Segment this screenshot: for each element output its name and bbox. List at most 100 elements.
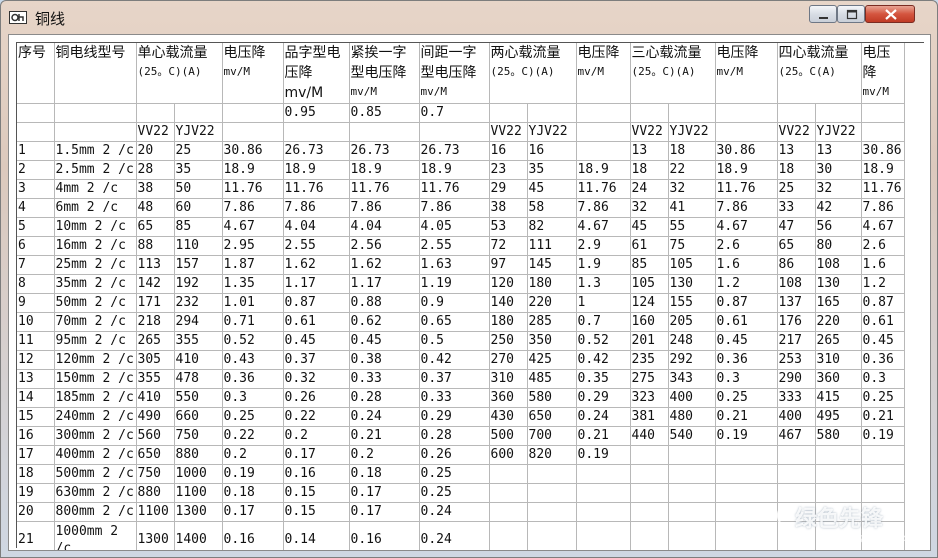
table-cell[interactable]: 381 xyxy=(630,407,669,427)
title-bar[interactable]: 铜线 xyxy=(1,1,937,35)
table-cell[interactable]: 18.9 xyxy=(861,160,905,180)
table-cell[interactable]: 108 xyxy=(815,255,862,275)
table-cell[interactable]: 400mm 2 /c xyxy=(54,445,137,465)
column-header[interactable]: 单心载流量 (25。C)(A) xyxy=(136,43,223,104)
table-cell[interactable]: 1.17 xyxy=(283,274,350,294)
table-cell[interactable] xyxy=(715,103,778,123)
table-cell[interactable]: 580 xyxy=(815,426,862,446)
table-cell[interactable]: 130 xyxy=(815,274,862,294)
table-cell[interactable]: 185mm 2 /c xyxy=(54,388,137,408)
table-cell[interactable]: 120mm 2 /c xyxy=(54,350,137,370)
table-cell[interactable]: 0.95 xyxy=(283,103,350,123)
table-cell[interactable]: 0.25 xyxy=(419,464,490,484)
table-cell[interactable]: 1.9 xyxy=(576,255,631,275)
column-header[interactable]: 铜电线型号 xyxy=(54,43,137,104)
table-cell[interactable]: 0.29 xyxy=(576,388,631,408)
table-cell[interactable]: 0.37 xyxy=(419,369,490,389)
table-cell[interactable]: 1.01 xyxy=(222,293,284,313)
table-cell[interactable]: 4.05 xyxy=(419,217,490,237)
table-cell[interactable]: 410 xyxy=(174,350,223,370)
table-cell[interactable]: 11.76 xyxy=(283,179,350,199)
table-cell[interactable]: 0.18 xyxy=(349,464,420,484)
table-cell[interactable] xyxy=(715,521,778,550)
table-cell[interactable]: 430 xyxy=(489,407,528,427)
table-cell[interactable]: 18 xyxy=(668,141,716,161)
table-cell[interactable] xyxy=(861,483,905,503)
table-cell[interactable] xyxy=(777,103,816,123)
table-cell[interactable]: 108 xyxy=(777,274,816,294)
table-cell[interactable]: 1.63 xyxy=(419,255,490,275)
table-cell[interactable]: 205 xyxy=(668,312,716,332)
table-cell[interactable]: 0.25 xyxy=(419,483,490,503)
table-cell[interactable]: 32 xyxy=(668,179,716,199)
table-cell[interactable]: 16 xyxy=(17,426,55,446)
table-cell[interactable]: 0.45 xyxy=(283,331,350,351)
table-cell[interactable]: 0.3 xyxy=(715,369,778,389)
table-cell[interactable]: 58 xyxy=(527,198,577,218)
table-cell[interactable]: 35 xyxy=(174,160,223,180)
table-cell[interactable]: 47 xyxy=(777,217,816,237)
table-cell[interactable]: 26.73 xyxy=(283,141,350,161)
table-cell[interactable]: 26.73 xyxy=(349,141,420,161)
table-cell[interactable]: 75 xyxy=(668,236,716,256)
table-cell[interactable]: 0.24 xyxy=(419,502,490,522)
table-cell[interactable]: 70mm 2 /c xyxy=(54,312,137,332)
table-cell[interactable]: 0.22 xyxy=(222,426,284,446)
table-cell[interactable] xyxy=(136,103,175,123)
table-cell[interactable]: 13 xyxy=(17,369,55,389)
table-cell[interactable]: 0.19 xyxy=(715,426,778,446)
table-cell[interactable]: YJV22 xyxy=(527,122,577,142)
table-cell[interactable]: 415 xyxy=(815,388,862,408)
table-cell[interactable]: 137 xyxy=(777,293,816,313)
table-cell[interactable] xyxy=(715,483,778,503)
table-cell[interactable]: 32 xyxy=(630,198,669,218)
table-cell[interactable]: 630mm 2 /c xyxy=(54,483,137,503)
table-cell[interactable]: 410 xyxy=(136,388,175,408)
table-cell[interactable]: 4mm 2 /c xyxy=(54,179,137,199)
table-cell[interactable]: 16 xyxy=(527,141,577,161)
column-header[interactable]: 两心载流量 (25。C)(A) xyxy=(489,43,577,104)
table-cell[interactable]: 113 xyxy=(136,255,175,275)
table-cell[interactable]: 750 xyxy=(136,464,175,484)
table-cell[interactable]: 1000 xyxy=(174,464,223,484)
column-header[interactable]: 三心载流量 (25。C)(A) xyxy=(630,43,716,104)
table-cell[interactable]: 0.16 xyxy=(283,464,350,484)
table-cell[interactable] xyxy=(630,464,669,484)
table-cell[interactable]: 6 xyxy=(17,236,55,256)
table-cell[interactable]: 111 xyxy=(527,236,577,256)
table-cell[interactable]: 0.42 xyxy=(419,350,490,370)
table-cell[interactable]: 240mm 2 /c xyxy=(54,407,137,427)
table-cell[interactable]: 290 xyxy=(777,369,816,389)
table-cell[interactable]: 0.42 xyxy=(576,350,631,370)
table-cell[interactable]: 343 xyxy=(668,369,716,389)
table-cell[interactable]: 95mm 2 /c xyxy=(54,331,137,351)
table-cell[interactable]: 16 xyxy=(489,141,528,161)
table-cell[interactable]: 1300 xyxy=(136,521,175,550)
table-cell[interactable]: 192 xyxy=(174,274,223,294)
table-cell[interactable]: 0.26 xyxy=(283,388,350,408)
table-cell[interactable] xyxy=(489,464,528,484)
table-cell[interactable]: 485 xyxy=(527,369,577,389)
table-cell[interactable]: 65 xyxy=(136,217,175,237)
table-cell[interactable]: 48 xyxy=(136,198,175,218)
table-cell[interactable]: 0.36 xyxy=(861,350,905,370)
table-cell[interactable]: 0.71 xyxy=(222,312,284,332)
table-cell[interactable] xyxy=(489,483,528,503)
table-cell[interactable]: 310 xyxy=(489,369,528,389)
table-cell[interactable]: VV22 xyxy=(489,122,528,142)
table-cell[interactable]: 355 xyxy=(136,369,175,389)
table-cell[interactable]: 220 xyxy=(815,312,862,332)
table-cell[interactable]: 38 xyxy=(489,198,528,218)
table-cell[interactable]: 97 xyxy=(489,255,528,275)
table-cell[interactable] xyxy=(576,141,631,161)
table-cell[interactable]: 0.85 xyxy=(349,103,420,123)
table-cell[interactable]: 0.3 xyxy=(222,388,284,408)
table-cell[interactable] xyxy=(17,103,55,123)
table-cell[interactable]: 0.88 xyxy=(349,293,420,313)
table-cell[interactable]: YJV22 xyxy=(174,122,223,142)
table-cell[interactable]: 248 xyxy=(668,331,716,351)
table-cell[interactable] xyxy=(630,483,669,503)
table-cell[interactable]: 171 xyxy=(136,293,175,313)
table-cell[interactable]: 53 xyxy=(489,217,528,237)
table-cell[interactable] xyxy=(527,502,577,522)
